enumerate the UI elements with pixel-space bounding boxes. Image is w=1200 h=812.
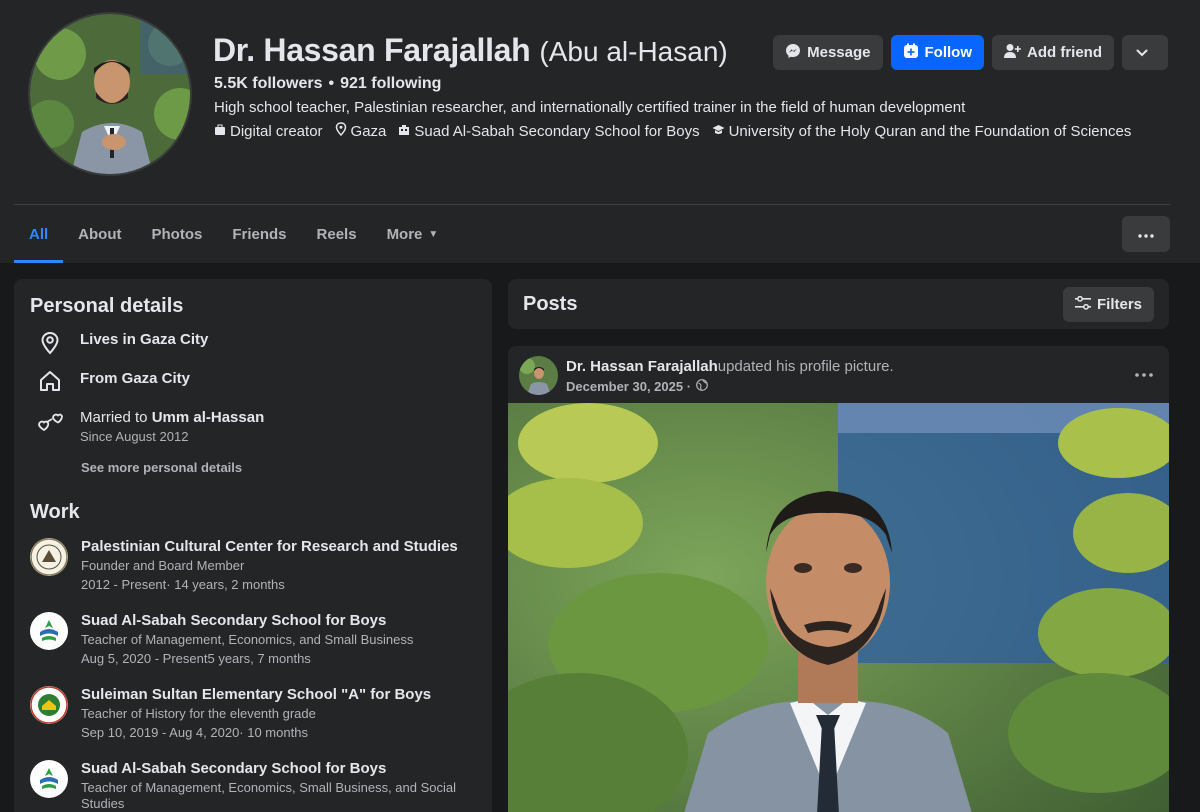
graduation-cap-icon xyxy=(712,123,729,140)
follow-label: Follow xyxy=(924,44,973,61)
tab-friends[interactable]: Friends xyxy=(217,205,301,263)
tab-about[interactable]: About xyxy=(63,205,136,263)
posts-title: Posts xyxy=(523,293,578,315)
profile-alt-name: (Abu al-Hasan) xyxy=(539,36,728,67)
follow-counts: 5.5K followers • 921 following xyxy=(214,75,441,93)
intro-item-label: University of the Holy Quran and the Fou… xyxy=(728,122,1132,140)
filters-button[interactable]: Filters xyxy=(1062,287,1154,322)
messenger-icon xyxy=(785,43,807,63)
post-author-avatar[interactable] xyxy=(519,356,558,395)
intro-item-education[interactable]: University of the Holy Quran and the Fou… xyxy=(712,122,1132,140)
intro-item-label: Digital creator xyxy=(230,122,323,140)
work-date: 2012 - Present· 14 years, 2 months xyxy=(81,577,285,592)
work-title-text: Palestinian Cultural Center for Research… xyxy=(81,538,458,555)
post-author-line: Dr. Hassan Farajallahupdated his profile… xyxy=(566,358,894,375)
work-item[interactable]: Suad Al-Sabah Secondary School for Boys … xyxy=(30,612,413,666)
ellipsis-icon xyxy=(1135,364,1153,381)
work-role: Teacher of History for the eleventh grad… xyxy=(81,706,316,721)
work-role: Teacher of Management, Economics, Small … xyxy=(81,780,457,811)
profile-avatar[interactable] xyxy=(28,12,192,176)
separator: • xyxy=(328,75,335,92)
chevron-down-icon xyxy=(1136,44,1154,61)
following-count[interactable]: 921 following xyxy=(340,75,441,92)
location-pin-icon xyxy=(36,331,64,355)
hearts-icon xyxy=(36,409,64,444)
work-title: Work xyxy=(30,501,80,523)
message-button[interactable]: Message xyxy=(773,35,883,70)
intro-item-category: Digital creator xyxy=(214,122,323,140)
filters-label: Filters xyxy=(1096,296,1142,313)
building-icon xyxy=(398,123,414,140)
post-date-text: December 30, 2025 · xyxy=(566,379,692,394)
post-action-text: updated his profile picture. xyxy=(717,358,894,375)
work-title-text: Suad Al-Sabah Secondary School for Boys xyxy=(81,612,387,629)
add-friend-button[interactable]: Add friend xyxy=(992,35,1114,70)
profile-tabs: All About Photos Friends Reels More ▼ xyxy=(14,205,453,263)
work-logo xyxy=(30,538,68,576)
intro-line: Digital creator Gaza Suad Al-Sabah Secon… xyxy=(214,122,1143,140)
work-date: Sep 10, 2019 - Aug 4, 2020· 10 months xyxy=(81,725,308,740)
profile-options-button[interactable] xyxy=(1122,216,1170,252)
married-since: Since August 2012 xyxy=(80,429,189,444)
post-card: Dr. Hassan Farajallahupdated his profile… xyxy=(508,346,1169,812)
work-logo xyxy=(30,612,68,650)
tab-more[interactable]: More ▼ xyxy=(372,205,454,263)
location-pin-icon xyxy=(335,122,351,140)
caret-down-icon: ▼ xyxy=(428,228,439,240)
spouse-link[interactable]: Umm al-Hassan xyxy=(152,409,265,426)
work-logo xyxy=(30,760,68,798)
work-title-text: Suad Al-Sabah Secondary School for Boys xyxy=(81,760,387,777)
tab-reels[interactable]: Reels xyxy=(302,205,372,263)
intro-item-location[interactable]: Gaza xyxy=(335,122,387,140)
detail-lives-text: Lives in Gaza City xyxy=(80,331,209,348)
work-item[interactable]: Suleiman Sultan Elementary School "A" fo… xyxy=(30,686,431,740)
profile-name: Dr. Hassan Farajallah xyxy=(213,32,531,68)
work-role: Founder and Board Member xyxy=(81,558,245,573)
intro-item-label: Gaza xyxy=(350,122,387,140)
post-author-name[interactable]: Dr. Hassan Farajallah xyxy=(566,358,718,375)
message-label: Message xyxy=(807,44,871,61)
intro-item-label: Suad Al-Sabah Secondary School for Boys xyxy=(414,122,700,140)
profile-bio: High school teacher, Palestinian researc… xyxy=(214,99,966,116)
post-options-button[interactable] xyxy=(1135,364,1153,382)
more-actions-button[interactable] xyxy=(1122,35,1168,70)
tab-photos[interactable]: Photos xyxy=(137,205,218,263)
see-more-personal-link[interactable]: See more personal details xyxy=(81,460,242,475)
work-item[interactable]: Suad Al-Sabah Secondary School for Boys … xyxy=(30,760,481,812)
tab-more-label: More xyxy=(386,225,423,243)
profile-actions: Message Follow Add friend xyxy=(765,35,1168,70)
tab-all[interactable]: All xyxy=(14,205,64,263)
work-title-text: Suleiman Sultan Elementary School "A" fo… xyxy=(81,686,432,703)
detail-lives[interactable]: Lives in Gaza City xyxy=(36,331,208,355)
home-icon xyxy=(36,370,64,392)
work-role: Teacher of Management, Economics, and Sm… xyxy=(81,632,414,647)
intro-card: Personal details Lives in Gaza City From… xyxy=(14,279,492,812)
posts-header: Posts Filters xyxy=(508,279,1169,329)
personal-details-title: Personal details xyxy=(30,295,184,317)
follow-button[interactable]: Follow xyxy=(890,35,984,70)
follow-plus-icon xyxy=(903,43,925,63)
intro-item-workplace[interactable]: Suad Al-Sabah Secondary School for Boys xyxy=(398,122,700,140)
post-photo[interactable] xyxy=(508,403,1169,812)
add-person-icon xyxy=(1004,43,1027,63)
sliders-icon xyxy=(1074,295,1097,314)
detail-from[interactable]: From Gaza City xyxy=(36,370,190,392)
add-friend-label: Add friend xyxy=(1027,44,1102,61)
work-date: Aug 5, 2020 - Present5 years, 7 months xyxy=(81,651,311,666)
detail-from-text: From Gaza City xyxy=(80,370,191,387)
married-prefix: Married to xyxy=(80,409,152,426)
post-date[interactable]: December 30, 2025 · xyxy=(566,379,708,394)
briefcase-icon xyxy=(214,123,230,140)
work-logo xyxy=(30,686,68,724)
ellipsis-icon xyxy=(1138,225,1154,243)
work-item[interactable]: Palestinian Cultural Center for Research… xyxy=(30,538,458,592)
followers-count[interactable]: 5.5K followers xyxy=(214,75,322,92)
profile-name-row: Dr. Hassan Farajallah (Abu al-Hasan) xyxy=(213,32,728,69)
detail-relationship[interactable]: Married to Umm al-Hassan Since August 20… xyxy=(36,409,264,444)
globe-icon xyxy=(691,379,708,394)
